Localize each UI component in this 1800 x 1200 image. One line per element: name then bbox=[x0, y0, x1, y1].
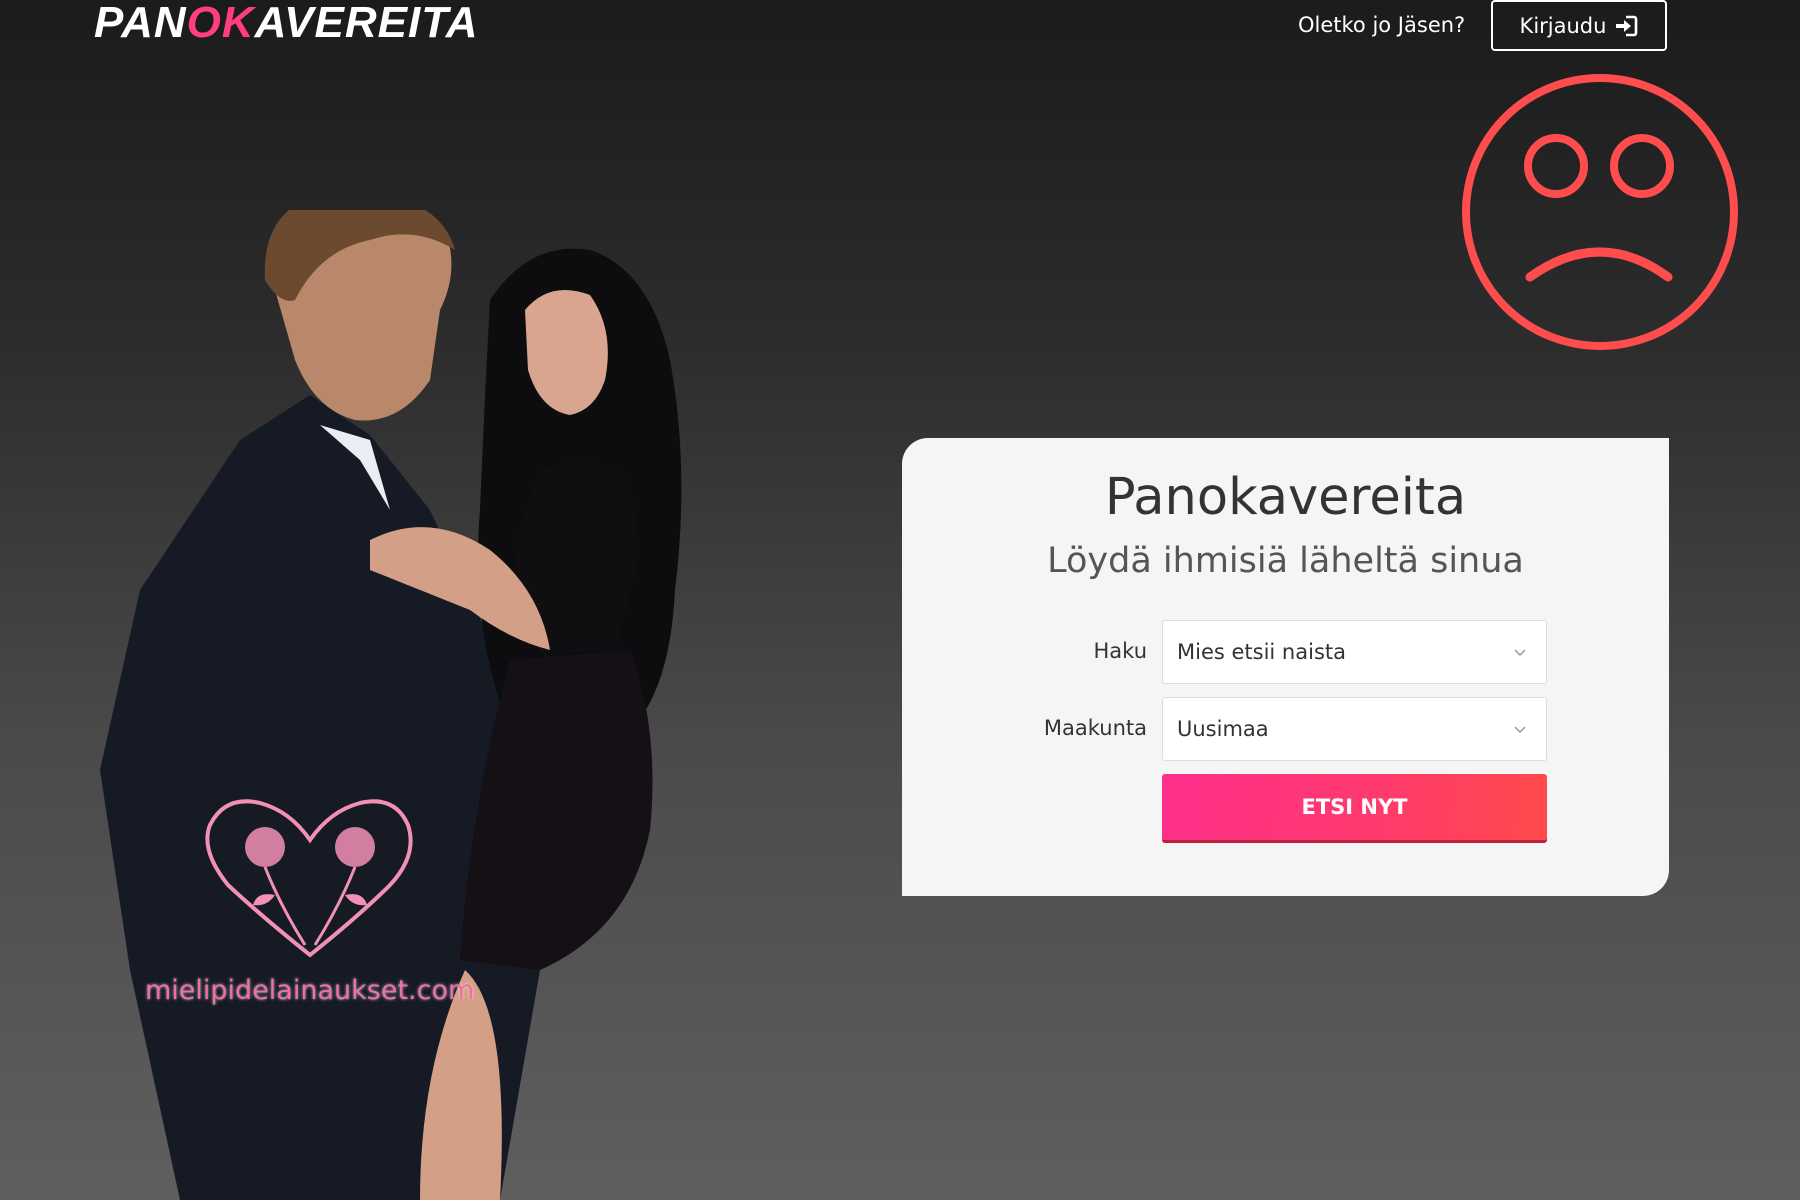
search-select-value: Mies etsii naista bbox=[1177, 640, 1346, 664]
region-select-value: Uusimaa bbox=[1177, 717, 1269, 741]
search-card: Panokavereita Löydä ihmisiä läheltä sinu… bbox=[902, 438, 1669, 896]
couple-photo bbox=[100, 210, 682, 1200]
login-button[interactable]: Kirjaudu bbox=[1491, 0, 1667, 51]
watermark-text: mielipidelainaukset.com bbox=[145, 975, 475, 1006]
search-label: Haku bbox=[1093, 639, 1147, 663]
logo-part-pan: PAN bbox=[94, 0, 187, 47]
card-title: Panokavereita bbox=[1104, 468, 1467, 527]
region-label: Maakunta bbox=[1043, 716, 1147, 740]
member-question: Oletko jo Jäsen? bbox=[1298, 13, 1466, 37]
card-subtitle: Löydä ihmisiä läheltä sinua bbox=[1047, 541, 1524, 581]
logo-part-avereita: AVEREITA bbox=[254, 0, 479, 47]
sad-face-icon bbox=[1462, 74, 1738, 350]
chevron-down-icon bbox=[1514, 649, 1526, 657]
search-submit-button[interactable]: ETSI NYT bbox=[1162, 774, 1547, 840]
region-select[interactable]: Uusimaa bbox=[1162, 697, 1547, 761]
chevron-down-icon bbox=[1514, 726, 1526, 734]
sign-in-icon bbox=[1616, 15, 1638, 36]
login-label: Kirjaudu bbox=[1519, 13, 1607, 38]
logo-part-ok: OK bbox=[186, 0, 255, 47]
heart-roses-logo bbox=[205, 799, 413, 958]
site-logo[interactable]: PANOKAVEREITA bbox=[94, 0, 479, 46]
search-select[interactable]: Mies etsii naista bbox=[1162, 620, 1547, 684]
